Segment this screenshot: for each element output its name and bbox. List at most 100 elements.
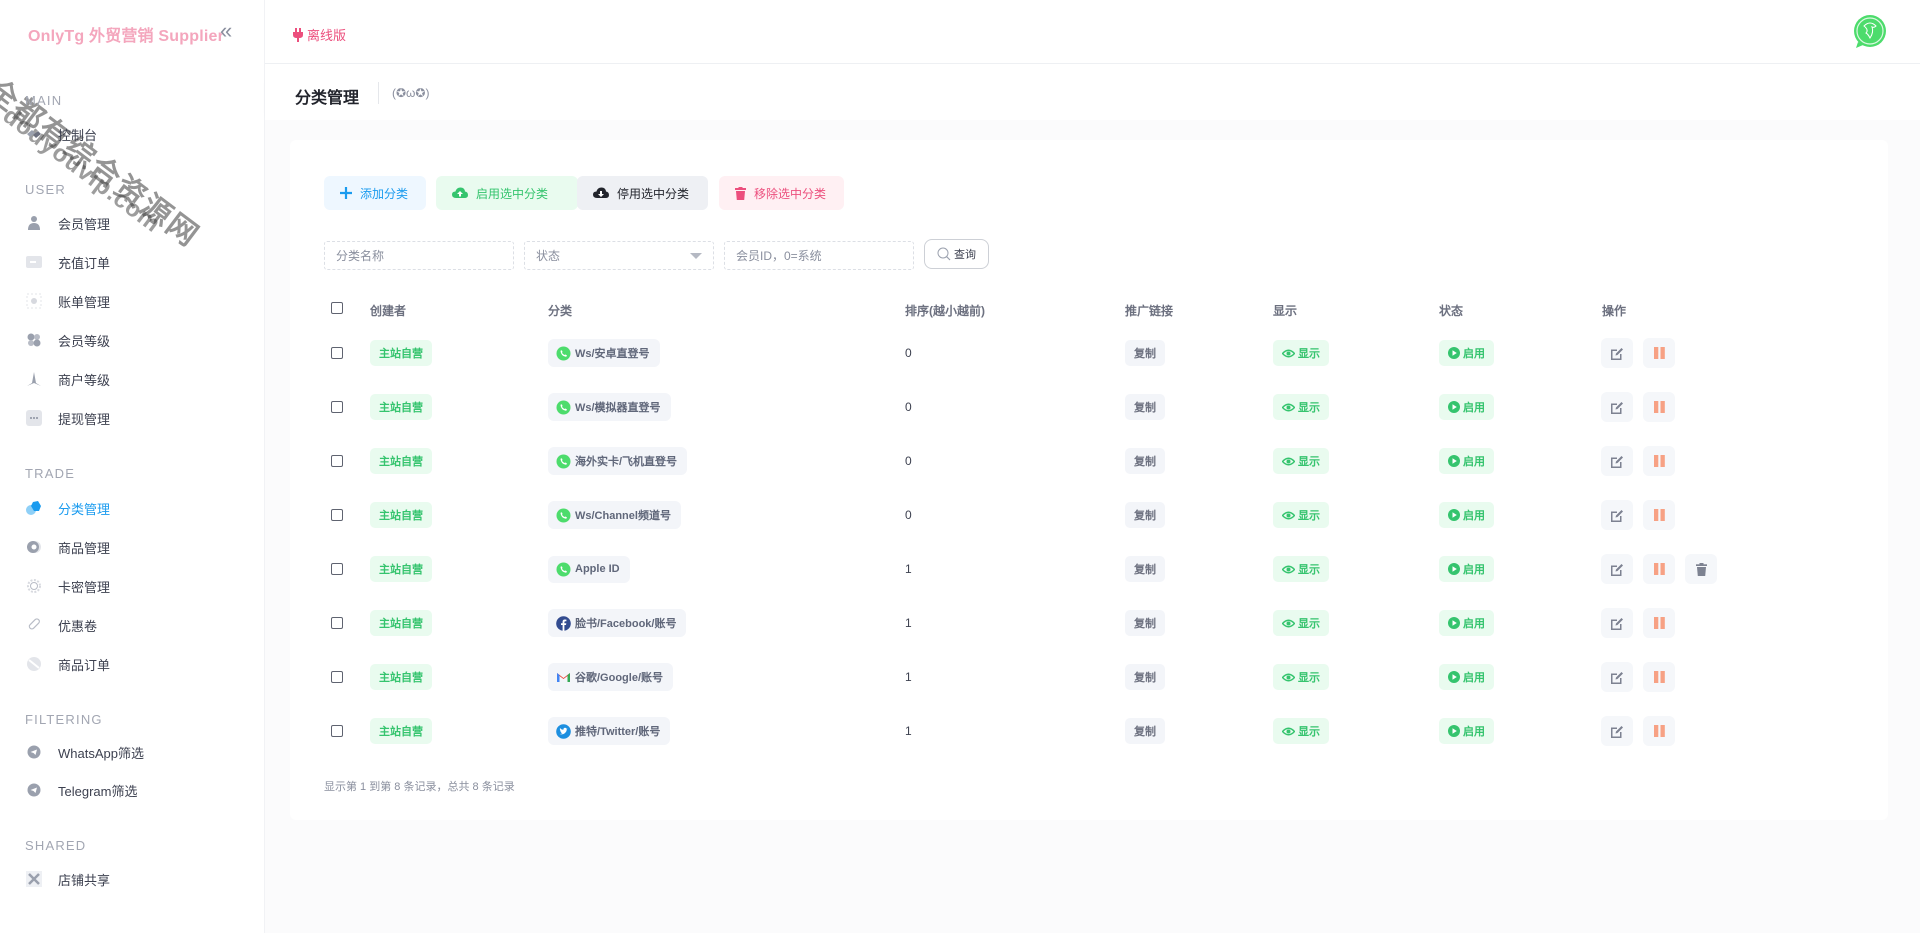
- column-header-creator[interactable]: 创建者: [370, 302, 406, 319]
- edit-button[interactable]: [1601, 446, 1633, 476]
- whatsapp-icon: [556, 562, 571, 576]
- status-label: 启用: [1463, 510, 1485, 522]
- trash-icon: [1695, 562, 1707, 576]
- pause-button[interactable]: [1643, 392, 1675, 422]
- sidebar-item-members[interactable]: 会员管理: [25, 212, 110, 234]
- display-toggle[interactable]: 显示: [1273, 610, 1329, 636]
- category-tag[interactable]: Ws/Channel频道号: [548, 501, 681, 529]
- promo-link-cell: 复制: [1125, 493, 1165, 537]
- pause-button[interactable]: [1643, 716, 1675, 746]
- category-name-placeholder: 分类名称: [336, 249, 385, 263]
- row-checkbox[interactable]: [331, 725, 343, 737]
- edit-icon: [1611, 563, 1623, 576]
- status-label: 启用: [1463, 402, 1485, 414]
- copy-link-button[interactable]: 复制: [1125, 664, 1165, 690]
- member-id-input[interactable]: 会员ID，0=系统: [724, 241, 914, 270]
- copy-link-button[interactable]: 复制: [1125, 394, 1165, 420]
- column-header-sort[interactable]: 排序(越小越前): [905, 302, 985, 319]
- column-header-display[interactable]: 显示: [1273, 302, 1297, 319]
- category-tag[interactable]: Apple ID: [548, 555, 630, 583]
- status-toggle[interactable]: 启用: [1439, 610, 1494, 636]
- status-select[interactable]: 状态: [524, 241, 714, 270]
- column-header-status[interactable]: 状态: [1439, 302, 1463, 319]
- category-tag[interactable]: Ws/模拟器直登号: [548, 393, 671, 421]
- category-name-input[interactable]: 分类名称: [324, 241, 514, 270]
- display-toggle[interactable]: 显示: [1273, 664, 1329, 690]
- column-header-promo-link[interactable]: 推广链接: [1125, 302, 1173, 319]
- add-category-button[interactable]: 添加分类: [324, 176, 426, 210]
- category-tag[interactable]: 海外实卡/飞机直登号: [548, 447, 688, 475]
- promo-link-cell: 复制: [1125, 601, 1165, 645]
- sidebar-item-recharge[interactable]: 充值订单: [25, 251, 110, 273]
- enable-selected-button[interactable]: 启用选中分类: [436, 176, 578, 210]
- display-toggle[interactable]: 显示: [1273, 394, 1329, 420]
- edit-button[interactable]: [1601, 716, 1633, 746]
- row-checkbox[interactable]: [331, 455, 343, 467]
- pause-button[interactable]: [1643, 446, 1675, 476]
- creator-cell: 主站自营: [370, 601, 432, 645]
- display-toggle[interactable]: 显示: [1273, 556, 1329, 582]
- display-toggle[interactable]: 显示: [1273, 340, 1329, 366]
- edit-button[interactable]: [1601, 662, 1633, 692]
- display-toggle[interactable]: 显示: [1273, 502, 1329, 528]
- status-toggle[interactable]: 启用: [1439, 448, 1494, 474]
- row-checkbox[interactable]: [331, 401, 343, 413]
- pause-button[interactable]: [1643, 338, 1675, 368]
- edit-button[interactable]: [1601, 608, 1633, 638]
- category-tag[interactable]: 谷歌/Google/账号: [548, 663, 673, 691]
- edit-icon: [1611, 617, 1623, 630]
- status-toggle[interactable]: 启用: [1439, 718, 1494, 744]
- copy-link-button[interactable]: 复制: [1125, 448, 1165, 474]
- whatsapp-icon: [556, 508, 571, 523]
- copy-link-button[interactable]: 复制: [1125, 340, 1165, 366]
- copy-link-button[interactable]: 复制: [1125, 556, 1165, 582]
- edit-button[interactable]: [1601, 392, 1633, 422]
- category-tag[interactable]: 脸书/Facebook/账号: [548, 609, 687, 637]
- status-toggle[interactable]: 启用: [1439, 502, 1494, 528]
- status-toggle[interactable]: 启用: [1439, 664, 1494, 690]
- copy-link-button[interactable]: 复制: [1125, 610, 1165, 636]
- edit-button[interactable]: [1601, 554, 1633, 584]
- sidebar-item-dashboard[interactable]: 控制台: [25, 123, 97, 145]
- section-main: MAIN: [25, 93, 63, 108]
- creator-badge: 主站自营: [370, 718, 432, 744]
- remove-selected-button[interactable]: 移除选中分类: [719, 176, 844, 210]
- column-header-category[interactable]: 分类: [548, 302, 572, 319]
- category-tag[interactable]: 推特/Twitter/账号: [548, 717, 671, 745]
- copy-link-button[interactable]: 复制: [1125, 718, 1165, 744]
- row-checkbox[interactable]: [331, 671, 343, 683]
- category-tag[interactable]: Ws/安卓直登号: [548, 339, 660, 367]
- sidebar-item-bills[interactable]: 账单管理: [25, 290, 110, 312]
- status-toggle[interactable]: 启用: [1439, 556, 1494, 582]
- user-avatar[interactable]: [1852, 14, 1888, 50]
- brand-logo[interactable]: OnlyTg 外贸营销 Supplier: [28, 22, 224, 46]
- edit-button[interactable]: [1601, 500, 1633, 530]
- play-circle-icon: [1448, 347, 1460, 359]
- sidebar-item-store-sharing[interactable]: 店铺共享: [25, 868, 110, 890]
- pause-button[interactable]: [1643, 608, 1675, 638]
- section-shared: SHARED: [25, 838, 87, 853]
- row-checkbox[interactable]: [331, 347, 343, 359]
- delete-button[interactable]: [1685, 554, 1717, 584]
- edit-button[interactable]: [1601, 338, 1633, 368]
- promo-link-cell: 复制: [1125, 439, 1165, 483]
- display-toggle[interactable]: 显示: [1273, 718, 1329, 744]
- sidebar-item-telegram-filter[interactable]: Telegram筛选: [25, 779, 137, 801]
- disable-selected-button[interactable]: 停用选中分类: [577, 176, 708, 210]
- row-checkbox[interactable]: [331, 509, 343, 521]
- status-toggle[interactable]: 启用: [1439, 340, 1494, 366]
- offline-mode-badge[interactable]: 离线版: [293, 25, 346, 44]
- row-checkbox[interactable]: [331, 617, 343, 629]
- row-checkbox[interactable]: [331, 563, 343, 575]
- copy-link-button[interactable]: 复制: [1125, 502, 1165, 528]
- search-button[interactable]: 查询: [924, 239, 989, 269]
- twitter-icon: [556, 723, 571, 739]
- pause-button[interactable]: [1643, 500, 1675, 530]
- facebook-icon: [556, 615, 571, 631]
- status-toggle[interactable]: 启用: [1439, 394, 1494, 420]
- display-toggle[interactable]: 显示: [1273, 448, 1329, 474]
- pause-button[interactable]: [1643, 662, 1675, 692]
- collapse-sidebar-icon[interactable]: «: [220, 18, 232, 44]
- pause-button[interactable]: [1643, 554, 1675, 584]
- select-all-checkbox[interactable]: [331, 302, 343, 314]
